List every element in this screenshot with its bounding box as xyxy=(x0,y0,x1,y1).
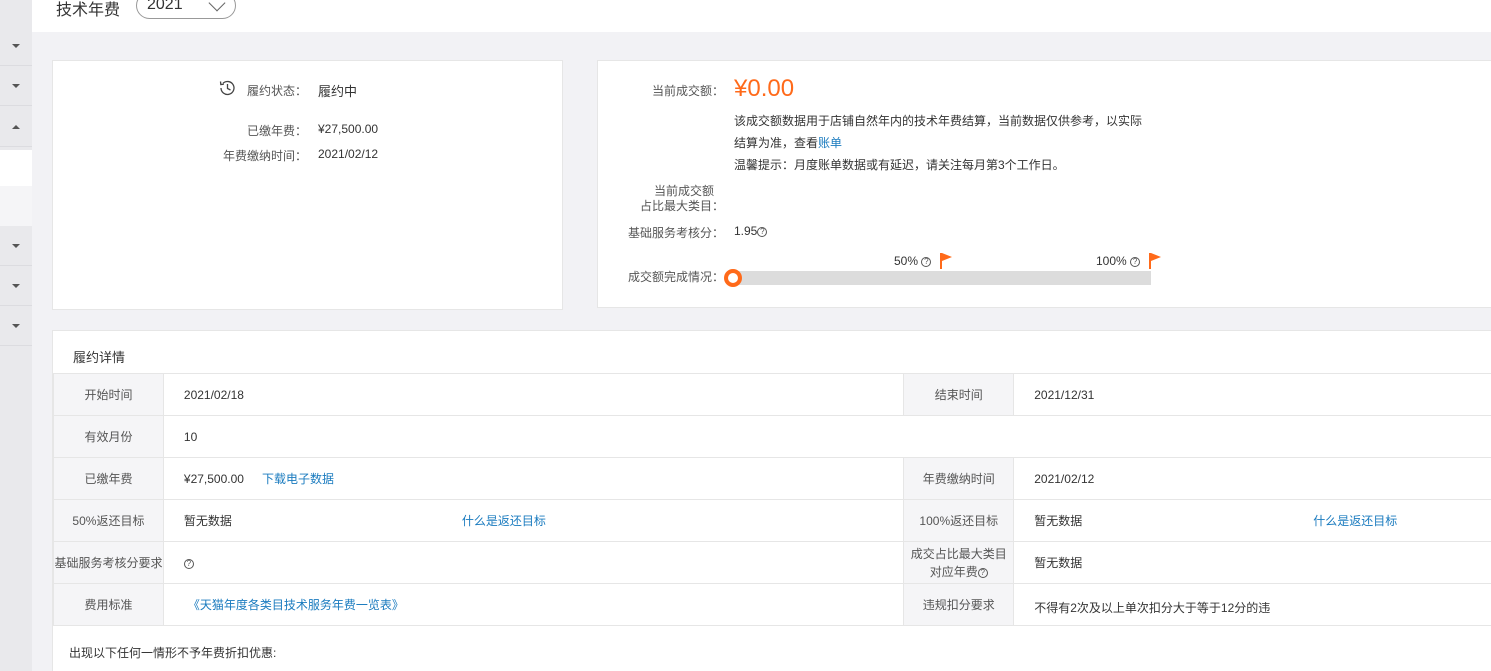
cat-fee-label-line1: 成交占比最大类目 xyxy=(910,546,1007,561)
progress-knob xyxy=(724,269,742,287)
cat-fee-label-line2: 对应年费 xyxy=(929,564,978,579)
score-req-label: 基础服务考核分要求 xyxy=(53,541,164,584)
sidebar-expand-6[interactable] xyxy=(0,306,32,346)
what-is-target-link[interactable]: 什么是返还目标 xyxy=(1313,514,1397,528)
end-label: 结束时间 xyxy=(903,373,1015,416)
caret-up-icon xyxy=(12,124,20,129)
table-row: 费用标准 《天猫年度各类目技术服务年费一览表》 违规扣分要求 不得有2次及以上单… xyxy=(53,583,1491,626)
status-card: 履约状态： 履约中 已缴年费： ¥27,500.00 年费缴纳时间： 2021/… xyxy=(52,60,563,310)
pay-time-label: 年费缴纳时间： xyxy=(222,149,307,163)
pay-time-label: 年费缴纳时间 xyxy=(903,457,1015,500)
target50-label: 50%返还目标 xyxy=(53,499,164,542)
flag-100-icon xyxy=(1149,253,1161,269)
year-select[interactable]: 2021 xyxy=(136,0,236,19)
violation-cell: 不得有2次及以上单次扣分大于等于12分的违规 xyxy=(1013,583,1491,626)
help-icon[interactable]: ? xyxy=(1130,257,1141,267)
sidebar-expand-2[interactable] xyxy=(0,66,32,106)
score-value: 1.95? xyxy=(734,224,768,238)
status-value: 履约中 xyxy=(318,84,358,99)
end-value: 2021/12/31 xyxy=(1013,373,1491,416)
mark-50-label: 50% xyxy=(894,254,919,268)
paid-value: ¥27,500.00 xyxy=(318,122,379,136)
mark-100: 100% ? xyxy=(1096,254,1141,268)
paid-label: 已缴年费 xyxy=(53,457,164,500)
fee-std-label: 费用标准 xyxy=(53,583,164,626)
amount-value: ¥0.00 xyxy=(734,75,795,102)
bill-link[interactable]: 账单 xyxy=(818,136,842,150)
caret-down-icon xyxy=(12,43,20,48)
paid-value: ¥27,500.00 xyxy=(183,472,244,486)
amount-desc-line2: 结算为准，查看账单 xyxy=(734,134,842,151)
fee-std-link[interactable]: 《天猫年度各类目技术服务年费一览表》 xyxy=(188,598,404,612)
page-header: 技术年费 2021 xyxy=(32,0,1491,32)
mark-100-label: 100% xyxy=(1096,254,1127,268)
paid-label: 已缴年费： xyxy=(246,124,307,138)
help-icon[interactable]: ? xyxy=(921,257,932,267)
status-label: 履约状态： xyxy=(246,84,307,98)
violation-label: 违规扣分要求 xyxy=(903,583,1015,626)
mark-50: 50% ? xyxy=(894,254,932,268)
help-icon[interactable]: ? xyxy=(977,567,988,578)
trade-card: 当前成交额： ¥0.00 该成交额数据用于店铺自然年内的技术年费结算，当前数据仅… xyxy=(597,60,1491,308)
caret-down-icon xyxy=(12,323,20,328)
target50-value: 暂无数据 xyxy=(183,514,232,528)
table-row: 基础服务考核分要求 ? 成交占比最大类目对应年费? 暂无数据 xyxy=(53,541,1491,584)
sidebar-active-item[interactable] xyxy=(0,150,32,186)
amount-desc-text: 结算为准，查看 xyxy=(734,136,819,150)
amount-label: 当前成交额： xyxy=(651,84,724,98)
sidebar-expand-5[interactable] xyxy=(0,266,32,306)
start-label: 开始时间 xyxy=(53,373,164,416)
detail-table: 开始时间 2021/02/18 结束时间 2021/12/31 有效月份 10 … xyxy=(53,373,1491,626)
table-row: 开始时间 2021/02/18 结束时间 2021/12/31 xyxy=(53,373,1491,416)
delay-tip: 温馨提示：月度账单数据或有延迟，请关注每月第3个工作日。 xyxy=(734,158,1065,172)
months-value: 10 xyxy=(162,415,1491,458)
table-row: 有效月份 10 xyxy=(53,415,1491,458)
download-link[interactable]: 下载电子数据 xyxy=(262,472,334,486)
left-sidebar xyxy=(0,0,32,671)
sidebar-expand-4[interactable] xyxy=(0,226,32,266)
sidebar-expand-1[interactable] xyxy=(0,26,32,66)
table-row: 已缴年费 ¥27,500.00 下载电子数据 年费缴纳时间 2021/02/12 xyxy=(53,457,1491,500)
cat-fee-label: 成交占比最大类目对应年费? xyxy=(903,541,1015,584)
help-icon[interactable]: ? xyxy=(757,227,768,237)
progress-track xyxy=(734,271,1151,285)
sidebar-collapse-3[interactable] xyxy=(0,107,32,147)
score-req-value: ? xyxy=(162,541,905,584)
pay-time-value: 2021/02/12 xyxy=(1013,457,1491,500)
help-icon[interactable]: ? xyxy=(183,558,194,569)
caret-down-icon xyxy=(12,283,20,288)
amount-desc-line1: 该成交额数据用于店铺自然年内的技术年费结算，当前数据仅供参考，以实际 xyxy=(734,114,1143,128)
violation-value: 不得有2次及以上单次扣分大于等于12分的违规 xyxy=(1034,601,1271,615)
start-value: 2021/02/18 xyxy=(162,373,905,416)
what-is-target-link[interactable]: 什么是返还目标 xyxy=(462,514,546,528)
table-row: 50%返还目标 暂无数据 什么是返还目标 100%返还目标 暂无数据 什么是返还目标 xyxy=(53,499,1491,542)
paid-cell: ¥27,500.00 下载电子数据 xyxy=(162,457,905,500)
caret-down-icon xyxy=(12,243,20,248)
pay-time-value: 2021/02/12 xyxy=(318,147,379,161)
target100-value: 暂无数据 xyxy=(1034,514,1083,528)
cat-fee-value: 暂无数据 xyxy=(1013,541,1491,584)
progress-label: 成交额完成情况： xyxy=(627,270,724,284)
target100-label: 100%返还目标 xyxy=(903,499,1015,542)
flag-50-icon xyxy=(940,253,952,269)
target100-cell: 暂无数据 什么是返还目标 xyxy=(1013,499,1491,542)
discount-note: 出现以下任何一情形不予年费折扣优惠: xyxy=(69,646,277,660)
caret-down-icon xyxy=(12,83,20,88)
category-label-line2: 占比最大类目： xyxy=(639,199,724,213)
months-label: 有效月份 xyxy=(53,415,164,458)
target50-cell: 暂无数据 什么是返还目标 xyxy=(162,499,905,542)
page-title: 技术年费 xyxy=(56,2,121,19)
sidebar-subitem[interactable] xyxy=(0,186,32,226)
detail-card: 履约详情 开始时间 2021/02/18 结束时间 2021/12/31 有效月… xyxy=(52,330,1491,671)
fee-std-cell: 《天猫年度各类目技术服务年费一览表》 xyxy=(162,583,905,626)
chevron-down-icon xyxy=(208,0,226,12)
year-select-value: 2021 xyxy=(147,0,183,13)
score-label: 基础服务考核分： xyxy=(627,226,724,240)
score-number: 1.95 xyxy=(734,224,758,238)
detail-title: 履约详情 xyxy=(73,350,126,365)
